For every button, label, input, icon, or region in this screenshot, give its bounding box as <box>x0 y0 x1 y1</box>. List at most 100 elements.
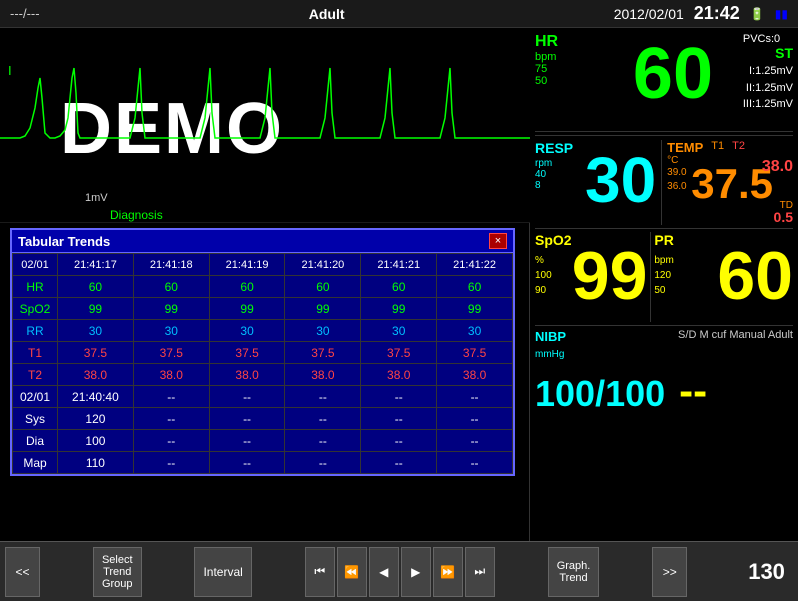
nibp-info: S/D M cuf Manual Adult <box>678 329 793 344</box>
nav-prev-fast-button[interactable]: ⏪ <box>337 547 367 597</box>
table-row: Dia100---------- <box>13 430 513 452</box>
row-cell: -- <box>361 452 437 474</box>
pr-value: 60 <box>717 242 793 310</box>
spo2-unit: % <box>535 255 544 266</box>
table-row: 02/0121:40:40---------- <box>13 386 513 408</box>
st-values: I:1.25mV II:1.25mV III:1.25mV <box>743 63 793 113</box>
st-ii: II:1.25mV <box>743 80 793 97</box>
nibp-section: NIBP S/D M cuf Manual Adult mmHg 100/100… <box>535 329 793 414</box>
row-cell: -- <box>361 408 437 430</box>
dialog-title: Tabular Trends <box>18 234 110 249</box>
row-cell: 99 <box>133 298 209 320</box>
row-cell: 60 <box>209 276 285 298</box>
pr-unit: bpm <box>654 255 673 266</box>
row-cell: 38.0 <box>133 364 209 386</box>
ecg-waveform <box>0 58 530 198</box>
hr-scale-low: 50 <box>535 75 635 87</box>
pr-label: PR <box>654 232 673 248</box>
dialog-close-button[interactable]: × <box>489 233 507 249</box>
nibp-label: NIBP <box>535 329 566 344</box>
row-cell: 30 <box>285 320 361 342</box>
row-cell: 60 <box>361 276 437 298</box>
row-cell: 30 <box>58 320 134 342</box>
tabular-trends-dialog: Tabular Trends × 02/01 21:41:17 21:41:18… <box>10 228 515 476</box>
graph-trend-button[interactable]: Graph. Trend <box>548 547 600 597</box>
battery-icon: 🔋 <box>750 7 765 21</box>
nav-prev-button[interactable]: ◀ <box>369 547 399 597</box>
right-panel: HR bpm 75 50 60 PVCs:0 ST I:1.25mV II:1.… <box>530 28 798 541</box>
select-trend-group-button[interactable]: Select Trend Group <box>93 547 142 597</box>
nibp-value: 100/100 <box>535 373 665 415</box>
table-row: T137.537.537.537.537.537.5 <box>13 342 513 364</box>
diagnosis-label: Diagnosis <box>110 208 163 222</box>
row-cell: -- <box>209 408 285 430</box>
temp-t2-value: 38.0 <box>762 158 793 176</box>
table-row: SpO2999999999999 <box>13 298 513 320</box>
interval-button[interactable]: Interval <box>194 547 251 597</box>
top-bar: ---/--- Adult 2012/02/01 21:42 🔋 ▮▮ <box>0 0 798 28</box>
row-cell: 99 <box>361 298 437 320</box>
ecg-area: I DEMO 1mV Diagnosis <box>0 28 530 223</box>
row-label: Dia <box>13 430 58 452</box>
time-display: 21:42 <box>694 3 740 24</box>
device-id: ---/--- <box>10 6 40 21</box>
row-cell: 37.5 <box>361 342 437 364</box>
row-cell: -- <box>285 386 361 408</box>
row-label: T2 <box>13 364 58 386</box>
nav-group: ⏮ ⏪ ◀ ▶ ⏩ ⏭ <box>305 547 495 597</box>
hr-section: HR bpm 75 50 60 PVCs:0 ST I:1.25mV II:1.… <box>535 33 793 128</box>
row-cell: 120 <box>58 408 134 430</box>
row-cell: -- <box>361 430 437 452</box>
row-cell: -- <box>361 386 437 408</box>
header-date: 02/01 <box>13 254 58 276</box>
spo2-value: 99 <box>572 242 648 310</box>
pr-block: PR bpm 120 50 60 <box>654 232 793 322</box>
row-cell: 38.0 <box>437 364 513 386</box>
hr-labels: HR bpm 75 50 <box>535 33 635 128</box>
row-cell: 30 <box>133 320 209 342</box>
row-cell: 38.0 <box>361 364 437 386</box>
hr-label: HR <box>535 33 635 51</box>
main-area: I DEMO 1mV Diagnosis Tabular Trends × 02… <box>0 28 798 541</box>
nav-last-button[interactable]: ⏭ <box>465 547 495 597</box>
st-i: I:1.25mV <box>743 63 793 80</box>
temp-td-value: 0.5 <box>774 209 793 225</box>
table-row: T238.038.038.038.038.038.0 <box>13 364 513 386</box>
row-cell: 99 <box>58 298 134 320</box>
row-cell: 37.5 <box>209 342 285 364</box>
row-cell: 99 <box>285 298 361 320</box>
row-cell: 60 <box>58 276 134 298</box>
table-row: Sys120---------- <box>13 408 513 430</box>
row-label: Sys <box>13 408 58 430</box>
header-t4: 21:41:20 <box>285 254 361 276</box>
next-page-button[interactable]: >> <box>652 547 687 597</box>
top-right-info: 2012/02/01 21:42 🔋 ▮▮ <box>614 3 788 24</box>
table-row: Map110---------- <box>13 452 513 474</box>
row-cell: -- <box>209 430 285 452</box>
resp-temp-row: RESP rpm 40 8 30 TEMP T1 T2 °C 39.0 <box>535 135 793 225</box>
temp-value: 37.5 <box>691 160 773 208</box>
prev-page-button[interactable]: << <box>5 547 40 597</box>
trends-table: 02/01 21:41:17 21:41:18 21:41:19 21:41:2… <box>12 253 513 474</box>
table-row: RR303030303030 <box>13 320 513 342</box>
row-cell: 30 <box>209 320 285 342</box>
right-number: 130 <box>740 559 793 585</box>
resp-value: 30 <box>585 148 656 212</box>
temp-label: TEMP <box>667 140 703 155</box>
row-cell: 110 <box>58 452 134 474</box>
row-cell: 99 <box>209 298 285 320</box>
signal-bars: ▮▮ <box>775 7 788 21</box>
row-label: HR <box>13 276 58 298</box>
nav-next-button[interactable]: ▶ <box>401 547 431 597</box>
row-cell: -- <box>133 386 209 408</box>
nav-next-fast-button[interactable]: ⏩ <box>433 547 463 597</box>
nav-first-button[interactable]: ⏮ <box>305 547 335 597</box>
row-label: Map <box>13 452 58 474</box>
row-cell: 30 <box>437 320 513 342</box>
row-cell: -- <box>133 452 209 474</box>
row-label: SpO2 <box>13 298 58 320</box>
patient-type: Adult <box>309 6 345 22</box>
st-iii: III:1.25mV <box>743 96 793 113</box>
header-t3: 21:41:19 <box>209 254 285 276</box>
row-cell: -- <box>437 430 513 452</box>
